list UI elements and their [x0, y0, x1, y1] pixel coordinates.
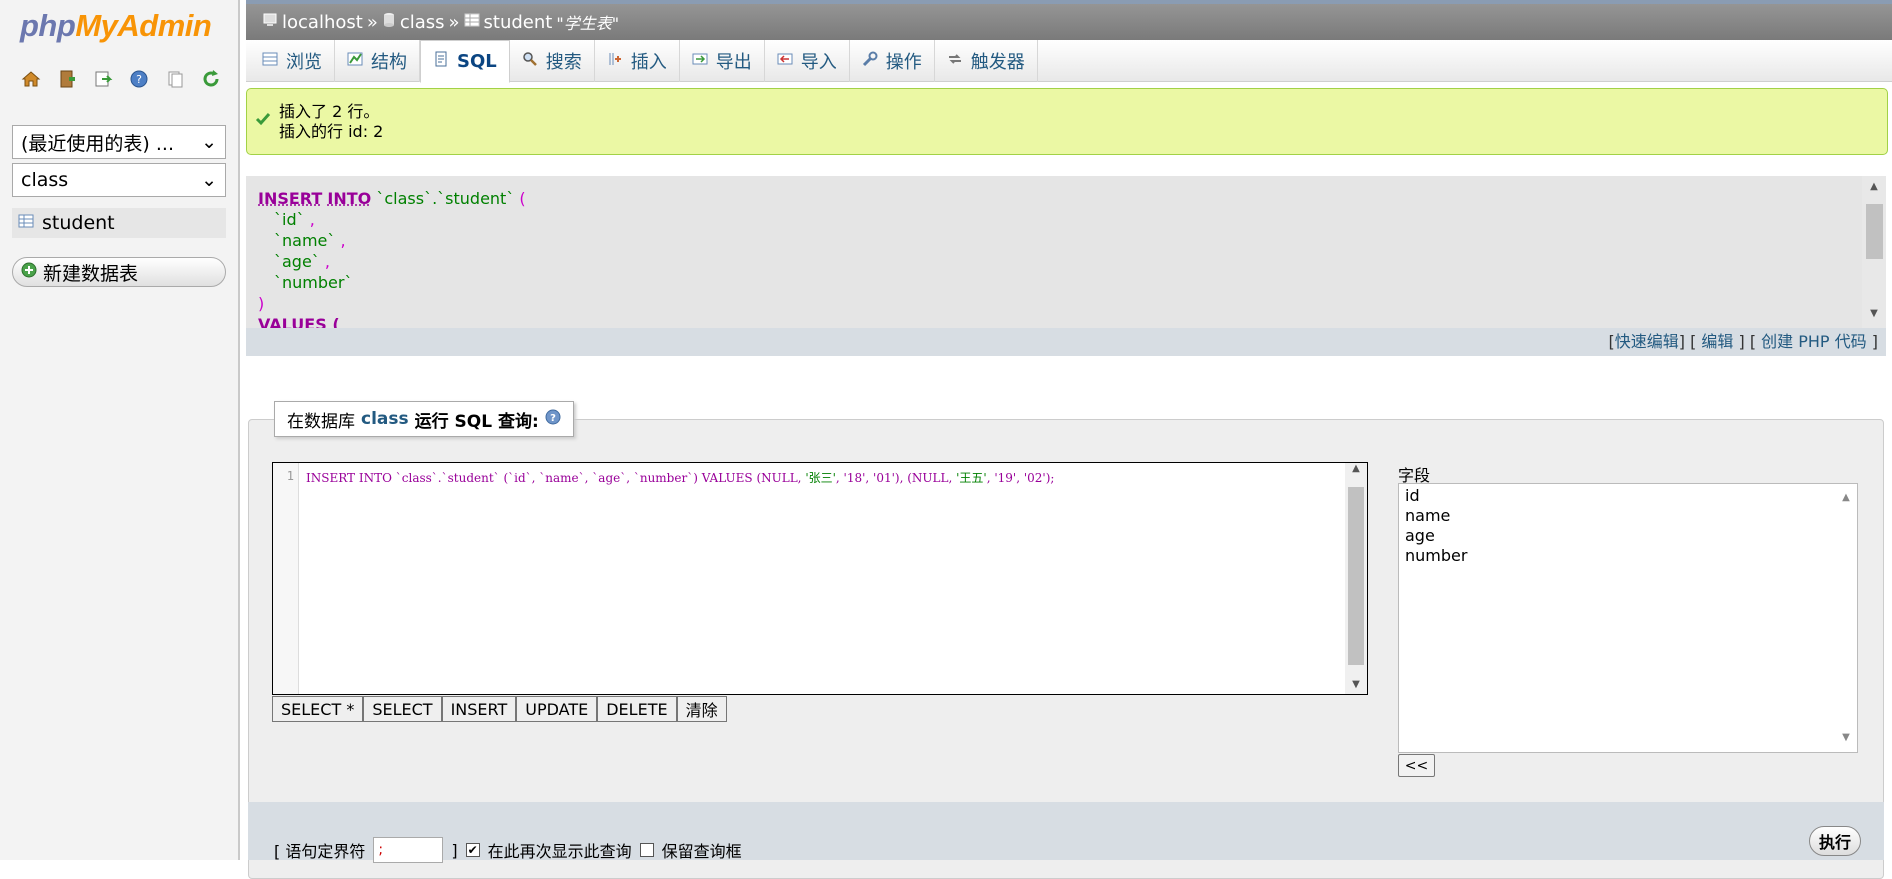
new-table-button[interactable]: 新建数据表	[12, 257, 226, 287]
sql-display-scrollbar[interactable]: ▲ ▼	[1862, 176, 1886, 328]
reload-icon[interactable]	[200, 68, 222, 90]
phpmyadmin-logo[interactable]: phpMyAdmin	[20, 8, 211, 44]
sql-code[interactable]: INSERT INTO `class`.`student` (`id`, `na…	[306, 469, 1054, 486]
svg-text:?: ?	[550, 413, 556, 424]
sidebar-table-student[interactable]: student	[12, 208, 226, 238]
edit-link[interactable]: 编辑	[1701, 332, 1733, 351]
chevron-down-icon: ⌄	[201, 169, 217, 191]
breadcrumb-separator: »	[449, 12, 460, 33]
browse-icon	[262, 51, 278, 72]
tab-export[interactable]: 导出	[680, 40, 765, 82]
sql-links: [快速编辑] [ 编辑 ] [ 创建 PHP 代码 ]	[246, 328, 1886, 356]
structure-icon	[347, 51, 363, 72]
tab-bar: 浏览 结构 SQL 搜索 插入 导出 导入 操作 触发器	[246, 40, 1892, 82]
quick-edit-link[interactable]: 快速编辑	[1615, 332, 1679, 351]
fields-scrollbar[interactable]: ▲ ▼	[1835, 484, 1857, 752]
docs-icon[interactable]: ?	[128, 68, 150, 90]
tab-sql[interactable]: SQL	[420, 40, 510, 83]
checkmark-icon	[255, 111, 271, 132]
update-button[interactable]: UPDATE	[516, 696, 597, 722]
tab-search[interactable]: 搜索	[510, 40, 595, 82]
fields-listbox[interactable]: id name age number ▲ ▼	[1398, 483, 1858, 753]
navigation-panel: phpMyAdmin ? (最近使用的表) ... ⌄ class ⌄ studen…	[0, 0, 240, 860]
breadcrumb: localhost » class » student "学生表"	[246, 0, 1892, 40]
triggers-icon	[947, 51, 963, 72]
success-line-1: 插入了 2 行。	[279, 102, 383, 122]
table-icon	[464, 12, 480, 33]
search-icon	[522, 51, 538, 72]
go-button[interactable]: 执行	[1809, 826, 1861, 856]
main-content: localhost » class » student "学生表" 浏览 结构 …	[246, 0, 1892, 860]
insert-field-button[interactable]: <<	[1398, 754, 1435, 777]
add-icon	[21, 261, 37, 283]
sql-query-legend: 在数据库 class 运行 SQL 查询: ?	[274, 401, 574, 437]
query-options: [ 语句定界符 ; ] ✔ 在此再次显示此查询 保留查询框	[274, 837, 742, 863]
executed-sql-display: INSERT INTO `class`.`student` ( `id` , `…	[246, 176, 1886, 328]
sql-query-editor[interactable]: 1 INSERT INTO `class`.`student` (`id`, `…	[272, 462, 1368, 695]
insert-icon	[607, 51, 623, 72]
home-icon[interactable]	[20, 68, 42, 90]
editor-scrollbar[interactable]: ▲ ▼	[1345, 463, 1367, 694]
insert-button[interactable]: INSERT	[442, 696, 517, 722]
select-button[interactable]: SELECT	[363, 696, 441, 722]
server-icon	[262, 12, 278, 33]
copy-icon[interactable]	[164, 68, 186, 90]
nav-icon-bar: ?	[20, 68, 222, 90]
select-all-button[interactable]: SELECT *	[272, 696, 363, 722]
keep-box-checkbox[interactable]	[640, 843, 654, 857]
breadcrumb-separator: »	[367, 12, 378, 33]
tab-triggers[interactable]: 触发器	[935, 40, 1038, 82]
recent-tables-select[interactable]: (最近使用的表) ... ⌄	[12, 125, 226, 159]
svg-text:?: ?	[136, 73, 142, 86]
delete-button[interactable]: DELETE	[597, 696, 676, 722]
line-number-gutter: 1	[273, 463, 299, 694]
sql-icon	[433, 51, 449, 72]
create-php-link[interactable]: 创建 PHP 代码	[1761, 332, 1867, 351]
table-comment: "学生表"	[556, 10, 619, 34]
tab-structure[interactable]: 结构	[335, 40, 420, 82]
tab-operations[interactable]: 操作	[850, 40, 935, 82]
breadcrumb-server[interactable]: localhost	[262, 12, 363, 33]
delimiter-input[interactable]: ;	[373, 837, 443, 863]
field-option[interactable]: id	[1405, 486, 1851, 506]
database-icon	[382, 12, 396, 33]
wrench-icon	[862, 51, 878, 72]
help-icon[interactable]: ?	[545, 409, 561, 430]
exit-icon[interactable]	[56, 68, 78, 90]
field-option[interactable]: number	[1405, 546, 1851, 566]
chevron-down-icon: ⌄	[201, 131, 217, 153]
table-icon	[18, 212, 34, 234]
breadcrumb-database[interactable]: class	[382, 12, 445, 33]
success-line-2: 插入的行 id: 2	[279, 122, 383, 142]
tab-insert[interactable]: 插入	[595, 40, 680, 82]
success-message: 插入了 2 行。 插入的行 id: 2	[246, 88, 1888, 155]
query-snippet-buttons: SELECT * SELECT INSERT UPDATE DELETE 清除	[272, 696, 727, 722]
tab-import[interactable]: 导入	[765, 40, 850, 82]
export-icon	[692, 51, 708, 72]
sql-query-icon[interactable]	[92, 68, 114, 90]
field-option[interactable]: name	[1405, 506, 1851, 526]
field-option[interactable]: age	[1405, 526, 1851, 546]
database-select[interactable]: class ⌄	[12, 163, 226, 197]
import-icon	[777, 51, 793, 72]
breadcrumb-table[interactable]: student	[464, 12, 553, 33]
clear-button[interactable]: 清除	[677, 696, 727, 722]
show-again-checkbox[interactable]: ✔	[466, 843, 480, 857]
tab-browse[interactable]: 浏览	[250, 40, 335, 82]
